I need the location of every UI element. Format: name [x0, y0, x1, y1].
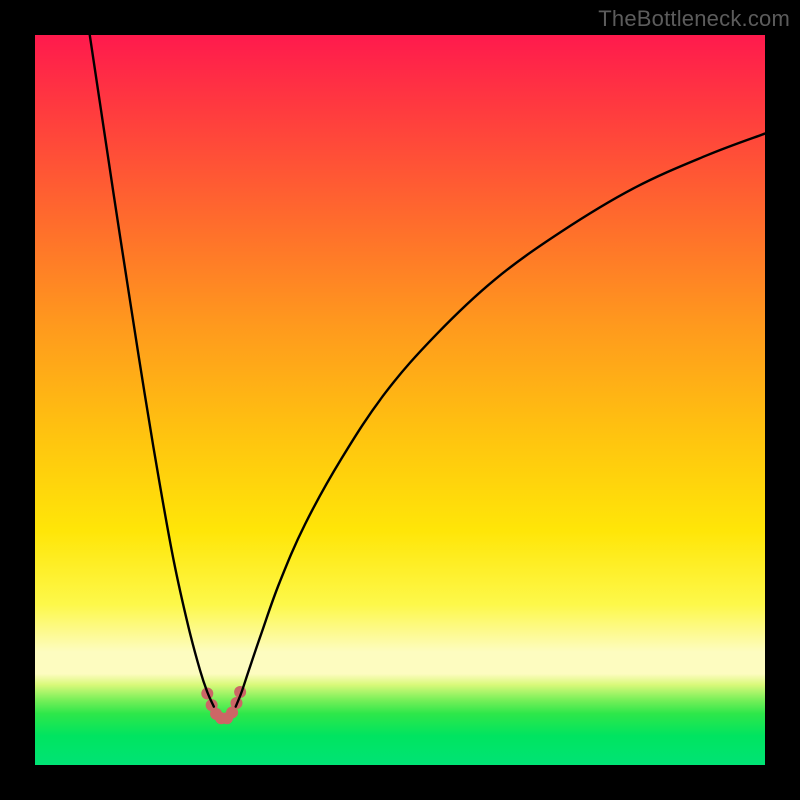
chart-svg: [35, 35, 765, 765]
right-curve: [236, 134, 765, 707]
left-curve: [90, 35, 214, 707]
watermark-text: TheBottleneck.com: [598, 6, 790, 32]
outer-frame: TheBottleneck.com: [0, 0, 800, 800]
plot-area: [35, 35, 765, 765]
